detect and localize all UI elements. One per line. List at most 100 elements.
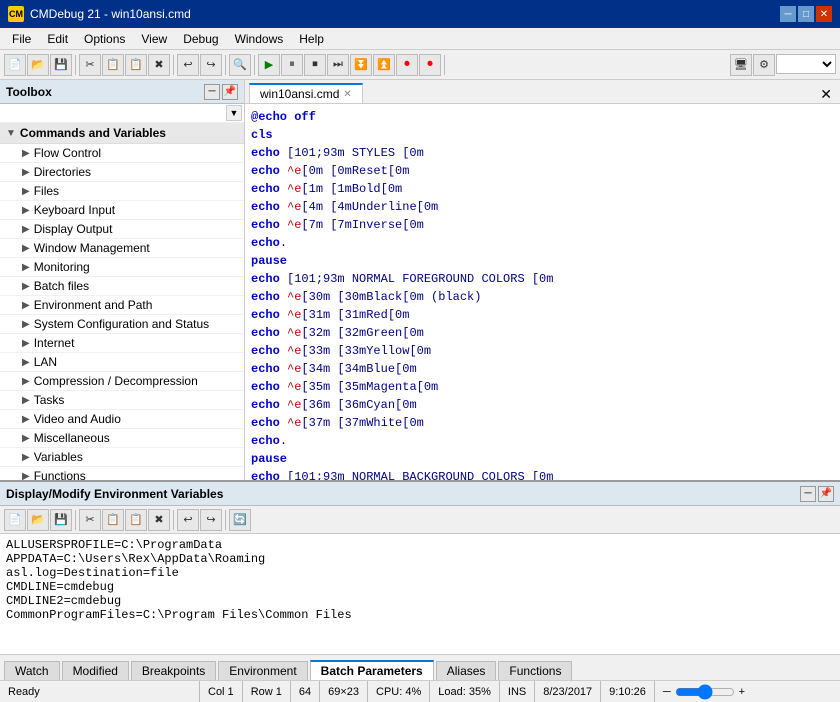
toolbox-item-variables[interactable]: ▶ Variables <box>0 448 244 467</box>
toolbox-item-batch-files[interactable]: ▶ Batch files <box>0 277 244 296</box>
tb-redo[interactable]: ↪ <box>200 54 222 76</box>
minimize-button[interactable]: ─ <box>780 6 796 22</box>
menu-debug[interactable]: Debug <box>175 30 226 48</box>
tab-modified[interactable]: Modified <box>62 661 129 680</box>
tb-pause[interactable]: ⏸ <box>281 54 303 76</box>
tb-delete[interactable]: ✖ <box>148 54 170 76</box>
tb-cut[interactable]: ✂ <box>79 54 101 76</box>
btb-copy[interactable]: 📋 <box>102 509 124 531</box>
tb-paste[interactable]: 📋 <box>125 54 147 76</box>
btb-cut[interactable]: ✂ <box>79 509 101 531</box>
tb-step-over[interactable]: ⏭ <box>327 54 349 76</box>
menu-file[interactable]: File <box>4 30 39 48</box>
toolbox-item-env-path[interactable]: ▶ Environment and Path <box>0 296 244 315</box>
item-arrow-icon: ▶ <box>22 471 30 481</box>
bottom-env-content[interactable]: ALLUSERSPROFILE=C:\ProgramData APPDATA=C… <box>0 534 840 654</box>
toolbox-item-sys-config[interactable]: ▶ System Configuration and Status <box>0 315 244 334</box>
btb-delete[interactable]: ✖ <box>148 509 170 531</box>
tab-functions[interactable]: Functions <box>498 661 572 680</box>
tb-right: 🖥 ⚙ <box>730 54 836 76</box>
tb-stop[interactable]: ⏹ <box>304 54 326 76</box>
code-line: echo ^e[0m [0mReset[0m <box>251 162 834 180</box>
menu-edit[interactable]: Edit <box>39 30 76 48</box>
toolbox-item-window-management[interactable]: ▶ Window Management <box>0 239 244 258</box>
tb-new[interactable]: 📄 <box>4 54 26 76</box>
toolbox-section-commands[interactable]: ▼ Commands and Variables <box>0 123 244 144</box>
code-line: echo ^e[36m [36mCyan[0m <box>251 396 834 414</box>
tb-run[interactable]: ▶ <box>258 54 280 76</box>
btb-redo[interactable]: ↪ <box>200 509 222 531</box>
tb-extra-2[interactable]: ⚙ <box>753 54 775 76</box>
tb-copy[interactable]: 📋 <box>102 54 124 76</box>
toolbox-item-internet[interactable]: ▶ Internet <box>0 334 244 353</box>
editor-close-btn[interactable]: ✕ <box>820 86 836 103</box>
btb-paste[interactable]: 📋 <box>125 509 147 531</box>
tb-step-out[interactable]: ⏫ <box>373 54 395 76</box>
toolbox-pin-btn[interactable]: 📌 <box>222 84 238 100</box>
toolbox-item-video-audio[interactable]: ▶ Video and Audio <box>0 410 244 429</box>
menu-options[interactable]: Options <box>76 30 133 48</box>
zoom-slider[interactable] <box>675 684 735 700</box>
item-arrow-icon: ▶ <box>22 433 30 444</box>
item-arrow-icon: ▶ <box>22 243 30 254</box>
bottom-panel-minus-btn[interactable]: ─ <box>800 486 816 502</box>
tb-record[interactable]: ⏺ <box>419 54 441 76</box>
btb-open[interactable]: 📂 <box>27 509 49 531</box>
menu-windows[interactable]: Windows <box>227 30 292 48</box>
menu-view[interactable]: View <box>133 30 175 48</box>
editor-tab-close-icon[interactable]: ✕ <box>343 89 351 100</box>
toolbox: Toolbox ─ 📌 ▼ ▼ Commands and Variables ▶… <box>0 80 245 480</box>
toolbox-item-functions[interactable]: ▶ Functions <box>0 467 244 480</box>
code-line: echo ^e[1m [1mBold[0m <box>251 180 834 198</box>
editor-tab-win10ansi[interactable]: win10ansi.cmd ✕ <box>249 83 363 103</box>
editor-content[interactable]: @echo off cls echo [101;93m STYLES [0m e… <box>245 104 840 480</box>
toolbox-title: Toolbox <box>6 85 52 99</box>
toolbox-header: Toolbox ─ 📌 <box>0 80 244 104</box>
toolbox-item-misc[interactable]: ▶ Miscellaneous <box>0 429 244 448</box>
item-arrow-icon: ▶ <box>22 148 30 159</box>
toolbox-item-files[interactable]: ▶ Files <box>0 182 244 201</box>
tab-watch[interactable]: Watch <box>4 661 60 680</box>
status-size-text: 69×23 <box>328 686 359 698</box>
tab-breakpoints[interactable]: Breakpoints <box>131 661 216 680</box>
btb-refresh[interactable]: 🔄 <box>229 509 251 531</box>
tb-find[interactable]: 🔍 <box>229 54 251 76</box>
btb-new[interactable]: 📄 <box>4 509 26 531</box>
toolbox-item-display-output[interactable]: ▶ Display Output <box>0 220 244 239</box>
code-line: echo ^e[4m [4mUnderline[0m <box>251 198 834 216</box>
tb-save[interactable]: 💾 <box>50 54 72 76</box>
item-arrow-icon: ▶ <box>22 338 30 349</box>
status-time: 9:10:26 <box>601 681 655 702</box>
toolbox-item-keyboard-input[interactable]: ▶ Keyboard Input <box>0 201 244 220</box>
toolbox-scroll-down-btn[interactable]: ▼ <box>226 105 242 121</box>
tb-step-into[interactable]: ⏬ <box>350 54 372 76</box>
bottom-panel: Display/Modify Environment Variables ─ 📌… <box>0 480 840 680</box>
tb-undo[interactable]: ↩ <box>177 54 199 76</box>
tab-aliases[interactable]: Aliases <box>436 661 497 680</box>
close-button[interactable]: ✕ <box>816 6 832 22</box>
toolbox-item-directories[interactable]: ▶ Directories <box>0 163 244 182</box>
toolbox-minus-btn[interactable]: ─ <box>204 84 220 100</box>
toolbox-item-flow-control[interactable]: ▶ Flow Control <box>0 144 244 163</box>
tab-batch-parameters[interactable]: Batch Parameters <box>310 660 434 680</box>
zoom-in-icon[interactable]: + <box>739 686 745 698</box>
section-arrow-icon: ▼ <box>6 128 16 139</box>
app-icon: CM <box>8 6 24 22</box>
tab-environment[interactable]: Environment <box>218 661 307 680</box>
toolbox-item-monitoring[interactable]: ▶ Monitoring <box>0 258 244 277</box>
btb-undo[interactable]: ↩ <box>177 509 199 531</box>
maximize-button[interactable]: □ <box>798 6 814 22</box>
tb-combo[interactable] <box>776 54 836 74</box>
toolbox-item-tasks[interactable]: ▶ Tasks <box>0 391 244 410</box>
tb-record-stop[interactable]: ⏺ <box>396 54 418 76</box>
toolbox-item-compression[interactable]: ▶ Compression / Decompression <box>0 372 244 391</box>
bottom-panel-pin-btn[interactable]: 📌 <box>818 486 834 502</box>
toolbox-item-label: Flow Control <box>34 146 101 160</box>
menu-help[interactable]: Help <box>291 30 332 48</box>
tb-open[interactable]: 📂 <box>27 54 49 76</box>
zoom-out-icon[interactable]: ─ <box>663 686 671 698</box>
tb-extra-1[interactable]: 🖥 <box>730 54 752 76</box>
toolbox-item-lan[interactable]: ▶ LAN <box>0 353 244 372</box>
btb-save[interactable]: 💾 <box>50 509 72 531</box>
toolbox-item-label: Directories <box>34 165 91 179</box>
